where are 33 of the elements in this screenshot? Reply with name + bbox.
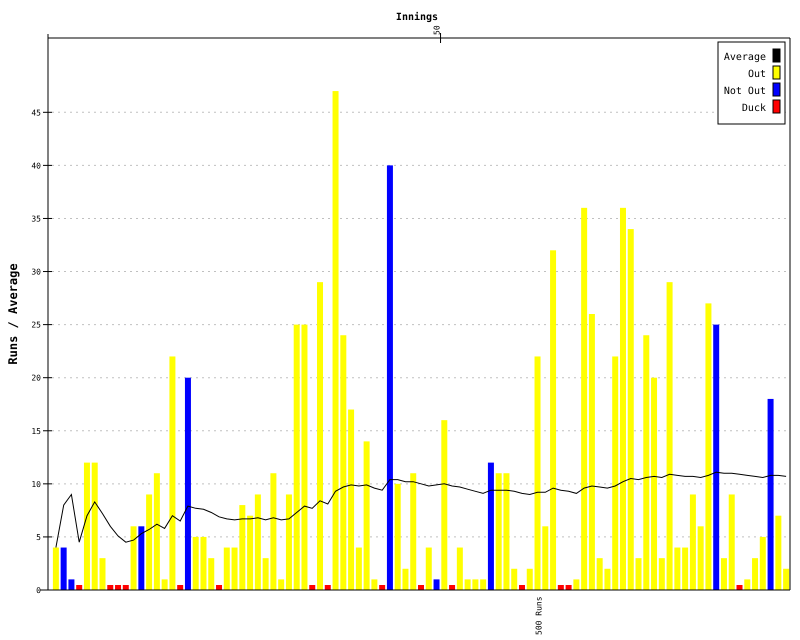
- legend-label: Out: [748, 69, 766, 80]
- x-tick: [440, 32, 442, 44]
- bar: [526, 568, 533, 590]
- bar: [309, 585, 316, 590]
- bar: [418, 585, 424, 590]
- y-tick-label: 0: [36, 586, 41, 595]
- milestone-label: 500 Runs: [534, 596, 544, 635]
- bar: [511, 568, 518, 590]
- y-tick-label: 10: [31, 480, 41, 489]
- legend-label: Not Out: [724, 86, 766, 97]
- bar: [426, 548, 432, 590]
- bar: [100, 558, 106, 590]
- bar: [107, 585, 114, 590]
- y-tick-label: 15: [31, 426, 41, 436]
- bar: [783, 568, 790, 590]
- y-tick-label: 5: [36, 532, 41, 542]
- legend-label: Duck: [742, 103, 766, 114]
- y-axis-label: Runs / Average: [6, 263, 20, 365]
- bar: [519, 585, 525, 590]
- y-tick-label: 35: [31, 214, 41, 224]
- bar: [52, 548, 59, 590]
- chart-title: Innings: [396, 12, 438, 23]
- legend-label: Average: [724, 52, 766, 63]
- y-tick-label: 30: [31, 268, 41, 277]
- y-tick-label: 45: [31, 108, 41, 118]
- bar: [208, 558, 214, 590]
- y-tick-label: 20: [31, 374, 41, 383]
- y-tick-label: 40: [31, 161, 41, 170]
- x-tick-label: 50: [432, 25, 442, 35]
- bar: [324, 585, 331, 590]
- bar: [736, 585, 742, 590]
- bar: [744, 579, 750, 590]
- y-tick-label: 25: [31, 320, 41, 330]
